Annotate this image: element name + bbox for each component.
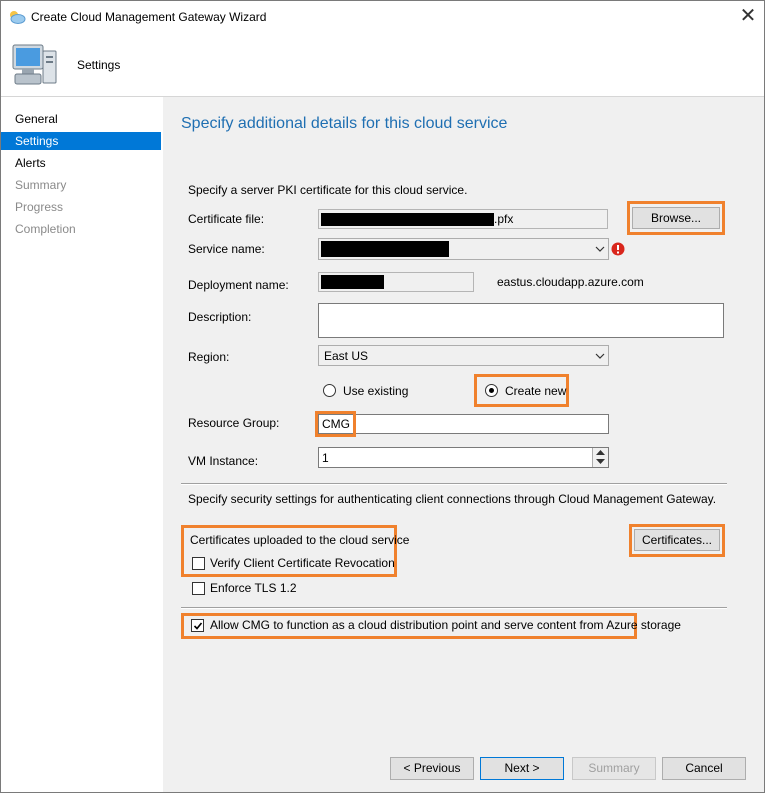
wizard-header: Settings — [1, 33, 764, 97]
description-label: Description: — [188, 310, 252, 324]
nav-item-settings[interactable]: Settings — [1, 132, 161, 150]
spin-up-icon[interactable] — [596, 450, 605, 455]
wizard-window: Create Cloud Management Gateway Wizard ✕… — [0, 0, 765, 793]
separator — [181, 484, 727, 485]
header-title: Settings — [77, 58, 121, 72]
resource-group-field[interactable]: CMG — [318, 414, 609, 434]
use-existing-label: Use existing — [343, 384, 409, 398]
deployment-name-label: Deployment name: — [188, 278, 289, 292]
nav-item-progress: Progress — [15, 200, 64, 214]
description-field[interactable] — [318, 303, 724, 338]
certificate-file-suffix: .pfx — [494, 212, 514, 226]
vm-instance-spinner[interactable]: 1 — [318, 447, 609, 468]
error-icon — [611, 242, 625, 256]
nav-item-summary: Summary — [15, 178, 67, 192]
certificates-button[interactable]: Certificates... — [634, 529, 720, 551]
highlight-resource-group — [315, 411, 356, 437]
verify-revocation-label: Verify Client Certificate Revocation — [210, 556, 395, 570]
region-select[interactable]: East US — [318, 345, 609, 366]
chevron-down-icon — [595, 353, 605, 359]
next-button[interactable]: Next > — [480, 757, 564, 780]
certificate-file-field[interactable]: .pfx — [318, 209, 608, 229]
region-value: East US — [324, 349, 369, 363]
separator — [181, 608, 727, 609]
allow-cdp-label: Allow CMG to function as a cloud distrib… — [210, 618, 681, 632]
enforce-tls-checkbox[interactable] — [192, 582, 205, 595]
cloud-app-icon — [10, 11, 26, 24]
spin-down-icon[interactable] — [596, 459, 605, 464]
create-new-label: Create new — [505, 384, 567, 398]
window-title: Create Cloud Management Gateway Wizard — [31, 10, 267, 24]
nav-item-alerts[interactable]: Alerts — [1, 154, 161, 172]
spinner-buttons[interactable] — [592, 448, 608, 467]
allow-cdp-checkbox[interactable] — [191, 619, 204, 632]
security-intro-text: Specify security settings for authentica… — [188, 492, 717, 506]
close-button[interactable]: ✕ — [733, 3, 763, 31]
chevron-down-icon — [595, 246, 605, 252]
deployment-domain-suffix: eastus.cloudapp.azure.com — [497, 275, 644, 289]
cancel-button[interactable]: Cancel — [662, 757, 746, 780]
resource-group-label: Resource Group: — [188, 416, 280, 430]
verify-revocation-checkbox[interactable] — [192, 557, 205, 570]
wizard-nav: General Settings Alerts Summary Progress… — [1, 97, 161, 792]
enforce-tls-label: Enforce TLS 1.2 — [210, 581, 297, 595]
deployment-name-field — [318, 272, 474, 292]
redaction-box — [321, 275, 384, 289]
previous-button[interactable]: < Previous — [390, 757, 474, 780]
redaction-box — [321, 213, 494, 226]
nav-item-general[interactable]: General — [1, 110, 161, 128]
use-existing-radio[interactable] — [323, 384, 336, 397]
service-name-select[interactable] — [318, 238, 609, 260]
certs-uploaded-text: Certificates uploaded to the cloud servi… — [190, 533, 410, 547]
settings-panel: Specify additional details for this clou… — [163, 97, 764, 792]
browse-button[interactable]: Browse... — [632, 207, 720, 229]
page-heading: Specify additional details for this clou… — [181, 115, 508, 132]
region-label: Region: — [188, 350, 230, 364]
title-bar: Create Cloud Management Gateway Wizard ✕ — [1, 1, 764, 33]
certificate-file-label: Certificate file: — [188, 212, 265, 226]
service-name-label: Service name: — [188, 242, 265, 256]
vm-instance-label: VM Instance: — [188, 454, 259, 468]
summary-button: Summary — [572, 757, 656, 780]
check-icon — [193, 622, 203, 630]
radio-dot — [489, 388, 494, 393]
nav-item-completion: Completion — [15, 222, 76, 236]
create-new-radio[interactable] — [485, 384, 498, 397]
pki-intro-text: Specify a server PKI certificate for thi… — [188, 183, 468, 197]
vm-instance-value: 1 — [322, 451, 329, 465]
redaction-box — [321, 241, 449, 257]
computer-icon — [12, 44, 57, 85]
